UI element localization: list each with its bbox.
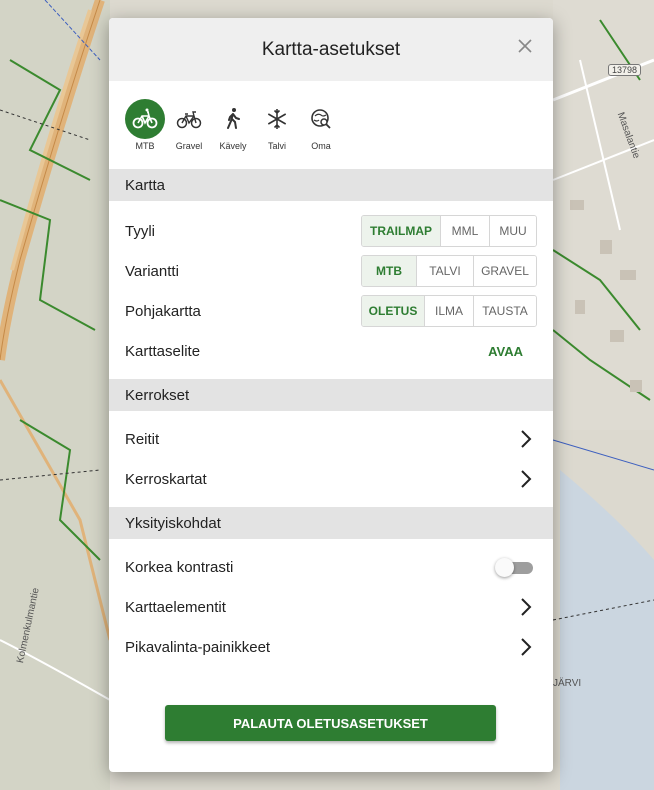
map-elements-row[interactable]: Karttaelementit	[109, 587, 553, 627]
chevron-right-icon[interactable]	[519, 469, 533, 489]
profile-gravel[interactable]: Gravel	[167, 99, 211, 169]
map-settings-dialog: Kartta-asetukset MTB Gravel Kävely Talvi…	[109, 18, 553, 772]
variant-option-gravel[interactable]: GRAVEL	[473, 256, 536, 286]
chevron-right-icon[interactable]	[519, 597, 533, 617]
basemap-row: Pohjakartta OLETUS ILMA TAUSTA	[109, 291, 553, 331]
profile-label: Oma	[311, 141, 331, 151]
variant-option-mtb[interactable]: MTB	[362, 256, 416, 286]
style-segmented-control: TRAILMAP MML MUU	[361, 215, 537, 247]
mtb-bike-icon	[132, 108, 158, 129]
map-elements-label: Karttaelementit	[125, 598, 226, 616]
profile-label: Gravel	[175, 141, 203, 151]
style-row: Tyyli TRAILMAP MML MUU	[109, 211, 553, 251]
lake-label: JÄRVI	[553, 678, 582, 689]
high-contrast-label: Korkea kontrasti	[125, 558, 234, 576]
quick-buttons-row[interactable]: Pikavalinta-painikkeet	[109, 627, 553, 667]
profile-label: Kävely	[219, 141, 247, 151]
profile-walking[interactable]: Kävely	[211, 99, 255, 169]
routes-label: Reitit	[125, 430, 160, 448]
section-header-kerrokset: Kerrokset	[109, 379, 553, 411]
road-number-badge: 13798	[608, 64, 642, 76]
profile-mtb[interactable]: MTB	[123, 99, 167, 169]
dialog-title: Kartta-asetukset	[261, 38, 401, 60]
chevron-right-icon[interactable]	[519, 429, 533, 449]
routes-row[interactable]: Reitit	[109, 419, 553, 459]
open-legend-button[interactable]: AVAA	[488, 344, 523, 359]
legend-row: Karttaselite AVAA	[109, 331, 553, 371]
high-contrast-row: Korkea kontrasti	[109, 547, 553, 587]
gravel-bike-icon	[176, 111, 202, 129]
profile-selector: MTB Gravel Kävely Talvi Oma	[109, 81, 553, 169]
style-option-muu[interactable]: MUU	[489, 216, 536, 246]
dialog-header: Kartta-asetukset	[109, 18, 553, 81]
layer-maps-label: Kerroskartat	[125, 470, 207, 488]
walking-icon	[227, 108, 240, 129]
profile-label: MTB	[135, 141, 155, 151]
style-option-mml[interactable]: MML	[440, 216, 489, 246]
basemap-option-tausta[interactable]: TAUSTA	[473, 296, 536, 326]
basemap-option-oletus[interactable]: OLETUS	[362, 296, 424, 326]
quick-buttons-label: Pikavalinta-painikkeet	[125, 638, 271, 656]
section-header-kartta: Kartta	[109, 169, 553, 201]
snowflake-icon	[267, 109, 287, 129]
variant-option-talvi[interactable]: TALVI	[416, 256, 473, 286]
chevron-right-icon[interactable]	[519, 637, 533, 657]
basemap-segmented-control: OLETUS ILMA TAUSTA	[361, 295, 537, 327]
style-option-trailmap[interactable]: TRAILMAP	[362, 216, 440, 246]
legend-label: Karttaselite	[125, 342, 201, 360]
style-label: Tyyli	[125, 222, 155, 240]
variant-row: Variantti MTB TALVI GRAVEL	[109, 251, 553, 291]
basemap-option-ilma[interactable]: ILMA	[424, 296, 473, 326]
variant-label: Variantti	[125, 262, 179, 280]
close-icon[interactable]	[517, 38, 533, 54]
basemap-label: Pohjakartta	[125, 302, 201, 320]
reset-defaults-button[interactable]: PALAUTA OLETUSASETUKSET	[165, 705, 496, 741]
custom-search-icon	[311, 109, 331, 129]
profile-label: Talvi	[267, 141, 286, 151]
variant-segmented-control: MTB TALVI GRAVEL	[361, 255, 537, 287]
high-contrast-toggle[interactable]	[495, 558, 533, 577]
profile-winter[interactable]: Talvi	[255, 99, 299, 169]
layer-maps-row[interactable]: Kerroskartat	[109, 459, 553, 499]
section-header-yksityiskohdat: Yksityiskohdat	[109, 507, 553, 539]
profile-custom[interactable]: Oma	[299, 99, 343, 169]
